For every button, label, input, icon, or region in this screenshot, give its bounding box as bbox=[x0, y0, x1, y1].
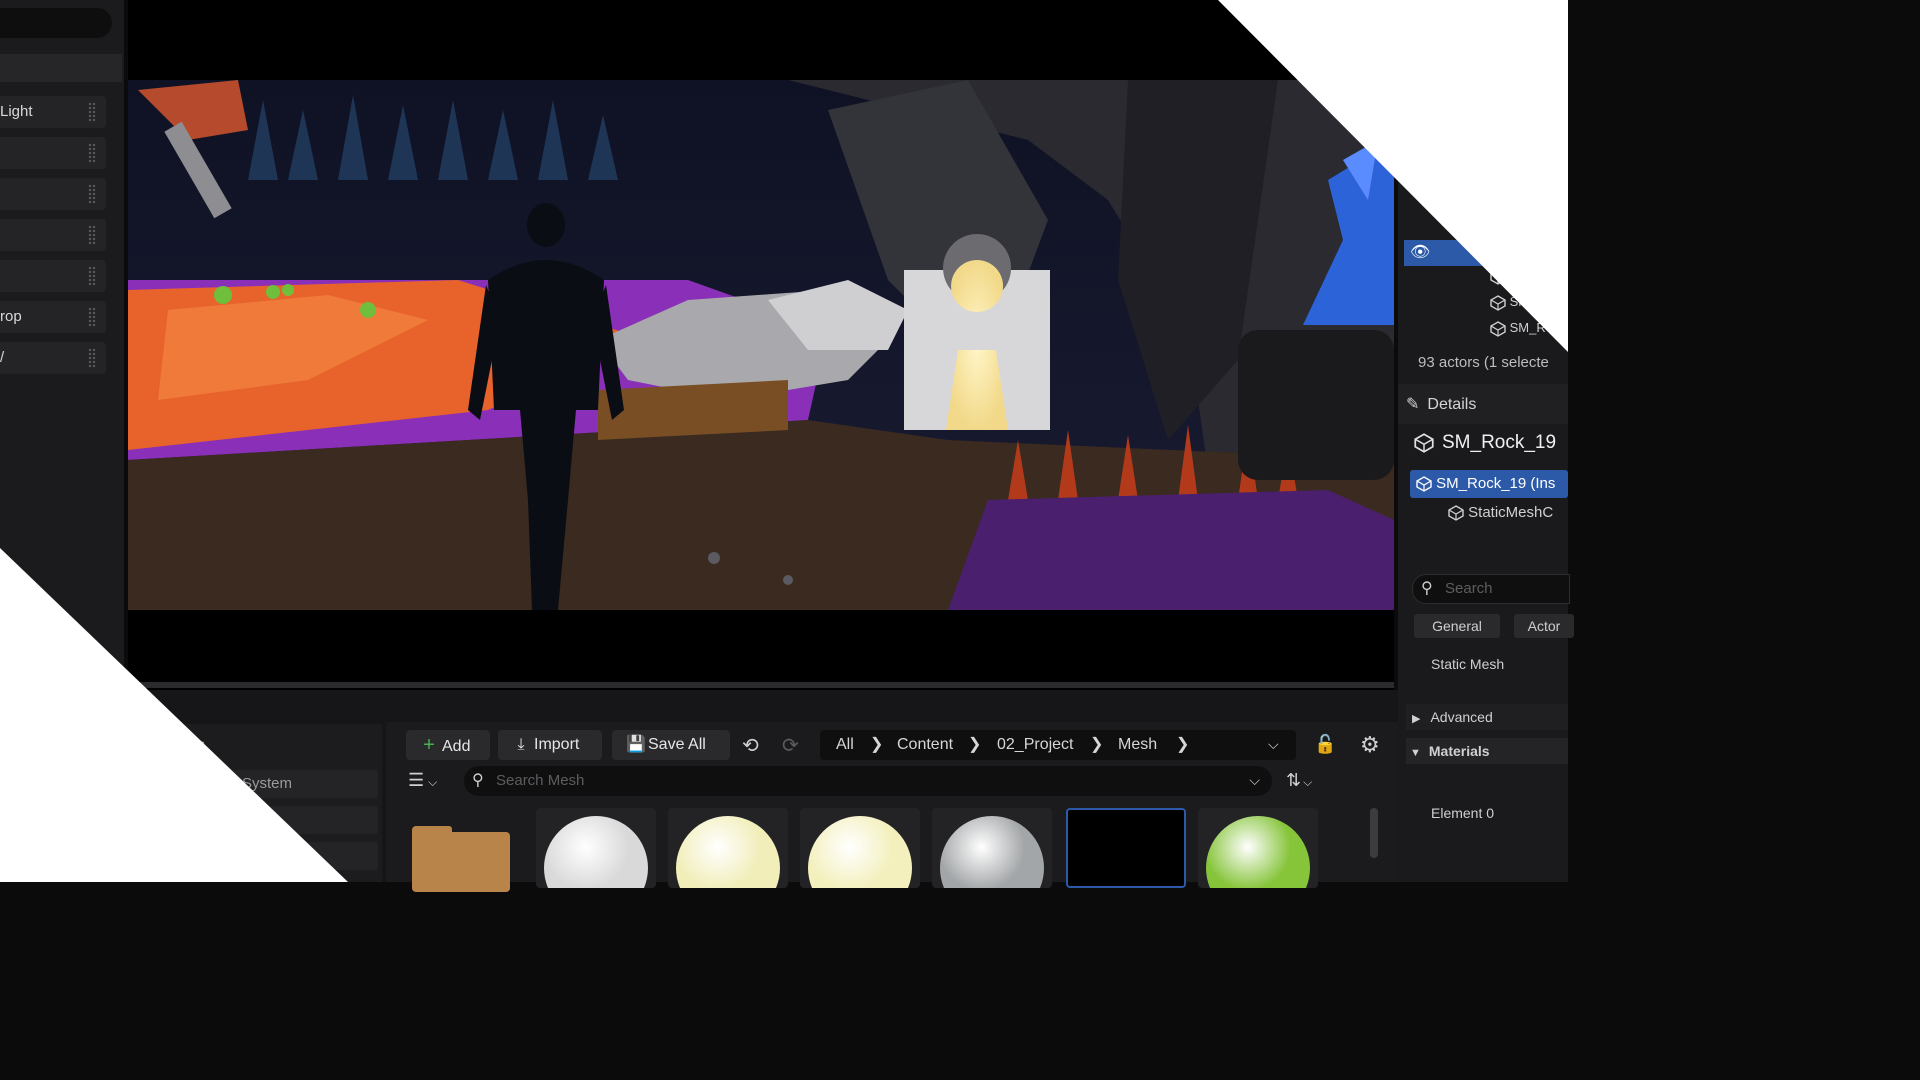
actor-name: SM_Rock_19 bbox=[1414, 432, 1556, 454]
save-all-button[interactable]: 💾 Save All bbox=[612, 730, 730, 760]
material-sphere-thumbnail bbox=[544, 816, 648, 888]
folder-icon bbox=[412, 832, 510, 892]
left-list-item-label: Light bbox=[0, 103, 33, 120]
gear-icon[interactable]: ⚙ bbox=[1360, 732, 1380, 758]
asset-search-placeholder: Search Mesh bbox=[496, 772, 585, 789]
component-label: SM_Rock_19 (Ins bbox=[1436, 475, 1556, 492]
left-list-item-label: rop bbox=[0, 308, 22, 325]
asset-tile[interactable] bbox=[1066, 808, 1186, 888]
level-viewport[interactable] bbox=[128, 0, 1394, 690]
asset-tile[interactable] bbox=[1198, 808, 1318, 888]
breadcrumb-all[interactable]: All bbox=[836, 736, 854, 754]
asset-search-input[interactable]: ⚲ Search Mesh ⌵ bbox=[464, 766, 1272, 796]
chevron-down-icon[interactable]: ⌵ bbox=[1249, 772, 1260, 789]
import-label: Import bbox=[534, 736, 580, 753]
component-child-row[interactable]: StaticMeshC bbox=[1448, 504, 1553, 521]
component-selected-row[interactable]: SM_Rock_19 (Ins bbox=[1410, 470, 1568, 498]
history-forward-icon[interactable]: ⟳ bbox=[782, 733, 799, 758]
material-sphere-thumbnail bbox=[940, 816, 1044, 888]
breadcrumb-content[interactable]: Content bbox=[897, 736, 953, 754]
caret-down-icon: ▼ bbox=[1410, 747, 1421, 759]
left-search-field[interactable] bbox=[0, 8, 112, 38]
actor-name-label: SM_Rock_19 bbox=[1442, 432, 1557, 453]
advanced-section[interactable]: ▶ Advanced bbox=[1406, 704, 1568, 730]
static-mesh-icon bbox=[1490, 294, 1506, 311]
material-sphere-thumbnail bbox=[676, 816, 780, 888]
chevron-down-icon[interactable]: ⌵ bbox=[1268, 736, 1279, 753]
static-mesh-icon bbox=[1416, 476, 1432, 492]
static-mesh-icon bbox=[1448, 505, 1464, 521]
static-mesh-property-label: Static Mesh bbox=[1431, 656, 1505, 672]
left-list-item[interactable]: / bbox=[0, 342, 106, 374]
scrollbar-thumb[interactable] bbox=[1370, 808, 1378, 858]
details-search-input[interactable]: ⚲ Search bbox=[1412, 574, 1570, 604]
drag-handle-icon[interactable] bbox=[88, 266, 96, 286]
left-list-item[interactable] bbox=[0, 260, 106, 292]
chevron-right-icon[interactable]: ❯ bbox=[1090, 734, 1103, 754]
left-list-item[interactable] bbox=[0, 219, 106, 251]
plus-icon: + bbox=[423, 734, 435, 756]
add-label: Add bbox=[442, 738, 471, 755]
material-sphere-thumbnail bbox=[1206, 816, 1310, 888]
left-list-item[interactable]: Light bbox=[0, 96, 106, 128]
asset-tile[interactable] bbox=[412, 826, 512, 906]
left-panel-header bbox=[0, 54, 122, 82]
search-icon: ⚲ bbox=[472, 772, 484, 789]
drag-handle-icon[interactable] bbox=[88, 143, 96, 163]
details-title: Details bbox=[1427, 396, 1477, 413]
scene-render bbox=[128, 80, 1394, 610]
drag-handle-icon[interactable] bbox=[88, 348, 96, 368]
save-icon: 💾 bbox=[626, 736, 646, 753]
chevron-right-icon[interactable]: ❯ bbox=[870, 734, 883, 754]
search-icon: ⚲ bbox=[1421, 580, 1433, 597]
breadcrumb-02-project[interactable]: 02_Project bbox=[997, 736, 1074, 754]
left-list-item[interactable]: rop bbox=[0, 301, 106, 333]
chevron-right-icon[interactable]: ❯ bbox=[1176, 734, 1189, 754]
import-icon: ⤓ bbox=[517, 736, 525, 753]
lock-icon[interactable]: 🔓 bbox=[1314, 734, 1336, 755]
drag-handle-icon[interactable] bbox=[88, 102, 96, 122]
outliner-row-3[interactable]: SM_R bbox=[1490, 320, 1546, 337]
left-list-item-label: / bbox=[0, 349, 5, 366]
asset-tile[interactable] bbox=[800, 808, 920, 888]
asset-tile[interactable] bbox=[668, 808, 788, 888]
material-sphere-thumbnail bbox=[808, 816, 912, 888]
tab-actor[interactable]: Actor bbox=[1514, 614, 1574, 638]
save-all-label: Save All bbox=[648, 736, 706, 753]
add-button[interactable]: + Add bbox=[406, 730, 490, 760]
element-0-label: Element 0 bbox=[1431, 805, 1495, 821]
sort-icon[interactable]: ⇅ ⌵ bbox=[1286, 770, 1312, 791]
tab-general[interactable]: General bbox=[1414, 614, 1500, 638]
left-list-item[interactable] bbox=[0, 137, 106, 169]
details-tab[interactable]: ✎ Details bbox=[1406, 394, 1476, 414]
breadcrumb-mesh[interactable]: Mesh bbox=[1118, 736, 1157, 754]
drag-handle-icon[interactable] bbox=[88, 184, 96, 204]
drag-handle-icon[interactable] bbox=[88, 225, 96, 245]
asset-tile[interactable] bbox=[536, 808, 656, 888]
static-mesh-icon bbox=[1490, 320, 1506, 337]
import-button[interactable]: ⤓ Import bbox=[498, 730, 602, 760]
chevron-right-icon[interactable]: ❯ bbox=[968, 734, 981, 754]
history-back-icon[interactable]: ⟲ bbox=[742, 733, 759, 758]
filter-icon[interactable]: ☰ ⌵ bbox=[408, 770, 437, 791]
caret-right-icon: ▶ bbox=[1412, 713, 1421, 725]
details-search-placeholder: Search bbox=[1445, 580, 1493, 597]
eye-icon[interactable]: 👁 bbox=[1410, 242, 1430, 262]
pencil-icon: ✎ bbox=[1406, 396, 1420, 413]
component-child-label: StaticMeshC bbox=[1468, 504, 1554, 521]
static-mesh-icon bbox=[1414, 433, 1434, 453]
asset-tile[interactable] bbox=[932, 808, 1052, 888]
materials-section[interactable]: ▼ Materials bbox=[1406, 738, 1568, 764]
advanced-label: Advanced bbox=[1430, 709, 1493, 725]
drag-handle-icon[interactable] bbox=[88, 307, 96, 327]
left-list-item[interactable] bbox=[0, 178, 106, 210]
actors-count: 93 actors (1 selecte bbox=[1418, 354, 1549, 371]
materials-label: Materials bbox=[1428, 743, 1490, 759]
viewport-bottom-divider[interactable] bbox=[128, 682, 1394, 688]
